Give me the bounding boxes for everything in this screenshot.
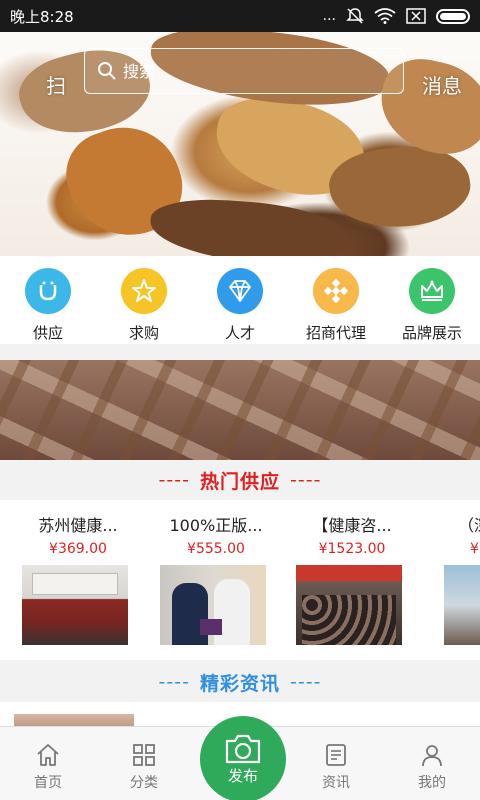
product-price: ¥369.00: [49, 541, 107, 557]
category-talent[interactable]: 人才: [192, 268, 288, 343]
sim-off-icon: [406, 8, 426, 24]
category-purchase[interactable]: 求购: [96, 268, 192, 343]
product-price: ¥555.00: [187, 541, 245, 557]
home-icon: [37, 744, 59, 766]
grid-diamond-icon: [323, 278, 349, 304]
news-header: ---- 精彩资讯 ----: [0, 662, 480, 702]
product-image: [22, 565, 128, 645]
category-icon-bg: [313, 268, 359, 314]
product-image: [160, 565, 266, 645]
wifi-icon: [374, 8, 396, 24]
image-detail: [302, 595, 396, 645]
category-row: 供应 求购 人才 招商代理 品牌展示: [0, 256, 480, 344]
tab-label: 分类: [130, 775, 158, 791]
category-label: 求购: [128, 324, 159, 342]
product-price: ¥: [470, 541, 479, 557]
category-label: 招商代理: [305, 324, 366, 342]
search-box[interactable]: [84, 48, 404, 94]
u-icon: [39, 281, 57, 301]
news-title: 精彩资讯: [199, 672, 280, 695]
hot-supply-title: 热门供应: [199, 470, 280, 493]
crown-icon: [421, 280, 443, 301]
tab-label: 首页: [34, 775, 62, 791]
product-list: 苏州健康... ¥369.00 100%正版... ¥555.00 【健康咨..…: [0, 500, 480, 660]
battery-icon: [436, 8, 470, 24]
category-supply[interactable]: 供应: [0, 268, 96, 343]
status-time: 晚上8:28: [10, 7, 74, 26]
image-detail: [32, 573, 118, 595]
image-detail: [200, 619, 222, 635]
tab-category[interactable]: 分类: [96, 727, 192, 800]
image-detail: [172, 583, 208, 645]
product-image: [296, 565, 402, 645]
category-label: 人才: [224, 324, 255, 342]
category-brand[interactable]: 品牌展示: [384, 268, 480, 343]
promo-banner[interactable]: [0, 360, 480, 460]
more-dots-icon: ...: [322, 8, 336, 24]
banner-image-part: [148, 195, 352, 256]
product-name: 苏州健康...: [38, 516, 118, 535]
product-name: 【健康咨...: [312, 516, 392, 535]
tab-home[interactable]: 首页: [0, 727, 96, 800]
tab-news[interactable]: 资讯: [288, 727, 384, 800]
news-icon: [326, 744, 346, 766]
product-name: （深: [458, 516, 480, 535]
status-bar: 晚上8:28 ...: [0, 0, 480, 32]
search-icon: [98, 62, 116, 80]
section-dash: ----: [290, 671, 322, 693]
category-grid-icon: [133, 744, 155, 766]
star-icon: [132, 279, 156, 302]
mute-bell-icon: [346, 8, 364, 24]
category-icon-bg: [121, 268, 167, 314]
camera-icon: [225, 734, 261, 763]
status-icons: ...: [323, 7, 470, 25]
tab-label: 资讯: [322, 775, 350, 791]
product-name: 100%正版...: [169, 516, 263, 535]
category-label: 供应: [32, 324, 63, 342]
category-icon-bg: [25, 268, 71, 314]
hot-supply-header: ---- 热门供应 ----: [0, 460, 480, 500]
publish-button[interactable]: 发布: [200, 716, 286, 800]
scan-button[interactable]: 扫: [46, 70, 66, 99]
category-agency[interactable]: 招商代理: [288, 268, 384, 343]
section-dash: ----: [290, 469, 322, 491]
category-label: 品牌展示: [401, 324, 462, 342]
product-image: [444, 565, 480, 645]
diamond-icon: [229, 280, 251, 302]
search-input[interactable]: [123, 61, 373, 81]
image-detail: [214, 579, 250, 645]
message-button[interactable]: 消息: [422, 70, 480, 99]
section-dash: ----: [158, 671, 190, 693]
user-icon: [422, 745, 442, 767]
category-icon-bg: [409, 268, 455, 314]
product-price: ¥1523.00: [318, 541, 386, 557]
section-dash: ----: [158, 469, 190, 491]
category-icon-bg: [217, 268, 263, 314]
tab-label: 我的: [418, 775, 446, 791]
publish-label: 发布: [227, 766, 258, 785]
tab-mine[interactable]: 我的: [384, 727, 480, 800]
